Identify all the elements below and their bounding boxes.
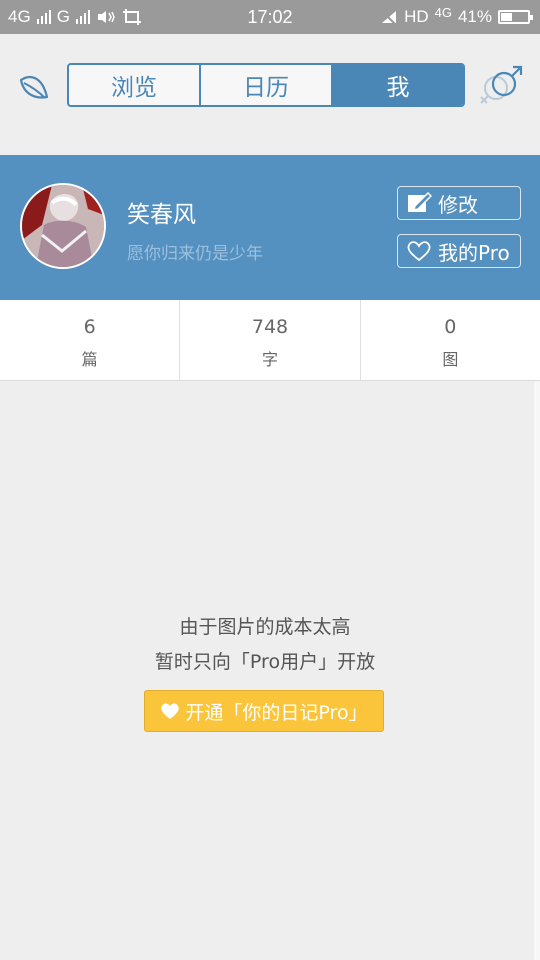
- mute-icon: [382, 11, 397, 25]
- gender-icon[interactable]: [476, 64, 524, 106]
- battery-icon: [498, 10, 533, 24]
- status-bar: 4G G 17:02 HD 4G 41%: [0, 0, 540, 34]
- edit-profile-button[interactable]: 修改: [397, 186, 521, 220]
- edit-profile-label: 修改: [438, 192, 478, 217]
- hd-label: HD: [404, 7, 429, 26]
- username: 笑春风: [127, 202, 196, 228]
- battery-percent: 41%: [457, 7, 492, 26]
- leaf-icon[interactable]: [16, 68, 52, 104]
- stat-words[interactable]: 748 字: [180, 300, 361, 380]
- status-right: HD 4G 41%: [380, 4, 533, 27]
- empty-message-line-1: 由于图片的成本太高: [179, 616, 351, 638]
- top-toolbar: 浏览 日历 我: [0, 34, 540, 154]
- heart-icon: [407, 241, 431, 262]
- stat-entries[interactable]: 6 篇: [0, 300, 181, 380]
- my-pro-label: 我的Pro: [438, 240, 510, 265]
- network-type-3: 4G: [434, 4, 452, 20]
- open-pro-label: 开通「你的日记Pro」: [185, 701, 368, 724]
- stat-images[interactable]: 0 图: [361, 300, 540, 380]
- main-tab-bar: 浏览 日历 我: [67, 63, 465, 107]
- heart-icon: [161, 703, 180, 719]
- stat-entries-value: 6: [83, 316, 96, 338]
- stat-words-label: 字: [261, 350, 278, 369]
- stat-images-label: 图: [442, 350, 459, 369]
- empty-message-line-2: 暂时只向「Pro用户」开放: [154, 651, 376, 673]
- stat-entries-label: 篇: [81, 350, 98, 369]
- profile-banner: 笑春风 愿你归来仍是少年 修改 我的Pro: [0, 155, 540, 300]
- open-pro-button[interactable]: 开通「你的日记Pro」: [144, 690, 384, 732]
- tab-me[interactable]: 我: [333, 65, 463, 105]
- stat-images-value: 0: [444, 316, 457, 338]
- tab-calendar[interactable]: 日历: [201, 65, 333, 105]
- battery-fill: [501, 13, 512, 21]
- edit-icon: [408, 192, 432, 212]
- avatar[interactable]: [20, 183, 106, 269]
- stats-row: 6 篇 748 字 0 图: [0, 300, 540, 381]
- my-pro-button[interactable]: 我的Pro: [397, 234, 521, 268]
- avatar-image: [22, 185, 104, 267]
- stat-words-value: 748: [251, 316, 289, 338]
- scrollbar[interactable]: [534, 381, 540, 960]
- user-motto: 愿你归来仍是少年: [127, 244, 263, 264]
- tab-browse[interactable]: 浏览: [69, 65, 201, 105]
